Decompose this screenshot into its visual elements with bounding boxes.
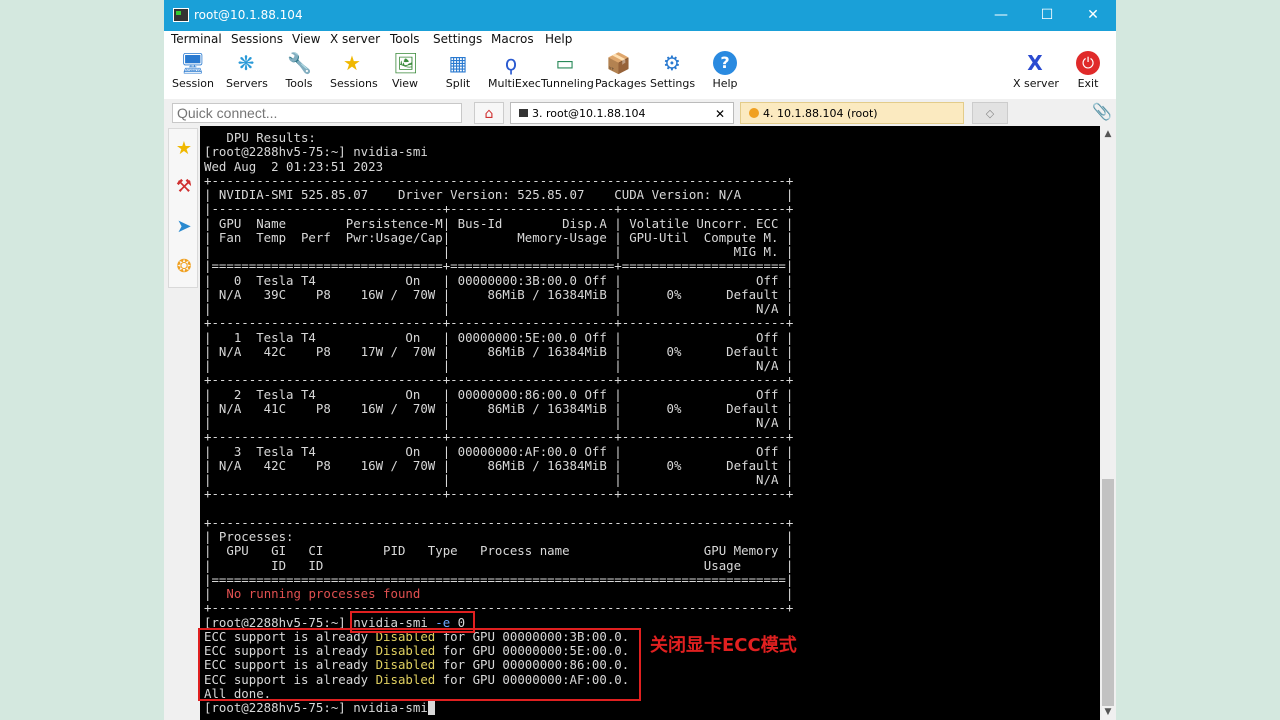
mobaxterm-window: root@10.1.88.104 — ☐ ✕ Terminal Sessions… (164, 0, 1116, 720)
power-icon: ⏻ (1076, 51, 1100, 75)
tools-icon: 🔧 (287, 51, 312, 75)
scroll-thumb[interactable] (1102, 479, 1114, 706)
scroll-up-icon[interactable]: ▲ (1100, 126, 1116, 142)
packages-icon: 📦 (606, 51, 631, 75)
close-button[interactable]: ✕ (1070, 0, 1116, 31)
view-button[interactable]: 🖼 View (390, 51, 420, 90)
terminal-icon (519, 109, 528, 117)
app-icon (173, 8, 189, 22)
new-tab-button[interactable]: ◇ (972, 102, 1008, 124)
x-server-button[interactable]: X X server (1013, 51, 1059, 90)
settings-button[interactable]: ⚙ Settings (650, 51, 695, 90)
sidebar-star-icon[interactable]: ★ (172, 137, 196, 161)
maximize-button[interactable]: ☐ (1024, 0, 1070, 31)
menu-help[interactable]: Help (545, 32, 572, 46)
packages-button[interactable]: 📦 Packages (595, 51, 646, 90)
left-sidebar: ★ ⚒ ➤ ❂ (168, 128, 198, 288)
menu-sessions[interactable]: Sessions (231, 32, 283, 46)
multiexec-button[interactable]: ϙ MultiExec (488, 51, 541, 90)
servers-button[interactable]: ❋ Servers (226, 51, 268, 90)
window-title: root@10.1.88.104 (194, 8, 303, 22)
sessions-button[interactable]: ★ Sessions (330, 51, 378, 90)
menu-tools[interactable]: Tools (390, 32, 420, 46)
multiexec-icon: ϙ (504, 51, 518, 75)
split-icon: ▦ (448, 51, 468, 75)
quick-connect-input[interactable] (172, 103, 462, 123)
view-icon: 🖼 (393, 51, 419, 75)
output-highlight-box (198, 628, 641, 701)
menu-view[interactable]: View (292, 32, 320, 46)
menu-x-server[interactable]: X server (330, 32, 380, 46)
home-tab[interactable]: ⌂ (474, 102, 504, 124)
terminal-scrollbar[interactable]: ▲ ▼ (1100, 126, 1116, 720)
terminal-cursor (427, 700, 436, 715)
sidebar-tools-icon[interactable]: ⚒ (172, 175, 196, 199)
exit-button[interactable]: ⏻ Exit (1074, 51, 1102, 90)
title-bar: root@10.1.88.104 — ☐ ✕ (164, 0, 1116, 31)
menu-settings[interactable]: Settings (433, 32, 482, 46)
monitor-icon: 🖥 (180, 51, 206, 75)
tab-bar: ⌂ 3. root@10.1.88.104 ✕ 4. 10.1.88.104 (… (474, 101, 1116, 125)
sidebar-macro-icon[interactable]: ❂ (172, 255, 196, 279)
menu-terminal[interactable]: Terminal (171, 32, 222, 46)
tunneling-icon: ▭ (555, 51, 575, 75)
sidebar-send-icon[interactable]: ➤ (172, 215, 196, 239)
no-processes-text: No running processes found (226, 586, 421, 601)
help-button[interactable]: ? Help (710, 51, 740, 90)
gear-icon: ⚙ (663, 51, 681, 75)
new-tab-icon: ◇ (985, 107, 995, 120)
scroll-down-icon[interactable]: ▼ (1100, 704, 1116, 720)
servers-icon: ❋ (237, 51, 255, 75)
tools-button[interactable]: 🔧 Tools (281, 51, 317, 90)
star-icon: ★ (343, 51, 361, 75)
help-icon: ? (713, 51, 737, 75)
toolbar: 🖥 Session ❋ Servers 🔧 Tools ★ Sessions 🖼… (164, 49, 1116, 99)
session-button[interactable]: 🖥 Session (172, 51, 214, 90)
minimize-button[interactable]: — (978, 0, 1024, 31)
paperclip-icon: 📎 (1092, 102, 1112, 121)
x-server-icon: X (1027, 51, 1043, 75)
home-icon: ⌂ (484, 106, 494, 122)
split-button[interactable]: ▦ Split (443, 51, 473, 90)
disconnected-icon (749, 108, 759, 118)
annotation-text: 关闭显卡ECC模式 (650, 635, 797, 656)
tab-session-4[interactable]: 4. 10.1.88.104 (root) (740, 102, 964, 124)
attach-button[interactable]: 📎 (1092, 101, 1112, 123)
tunneling-button[interactable]: ▭ Tunneling (541, 51, 594, 90)
menu-macros[interactable]: Macros (491, 32, 534, 46)
tab-session-3[interactable]: 3. root@10.1.88.104 ✕ (510, 102, 734, 124)
close-tab-icon[interactable]: ✕ (715, 103, 725, 125)
menu-bar: Terminal Sessions View X server Tools Se… (164, 31, 1116, 49)
